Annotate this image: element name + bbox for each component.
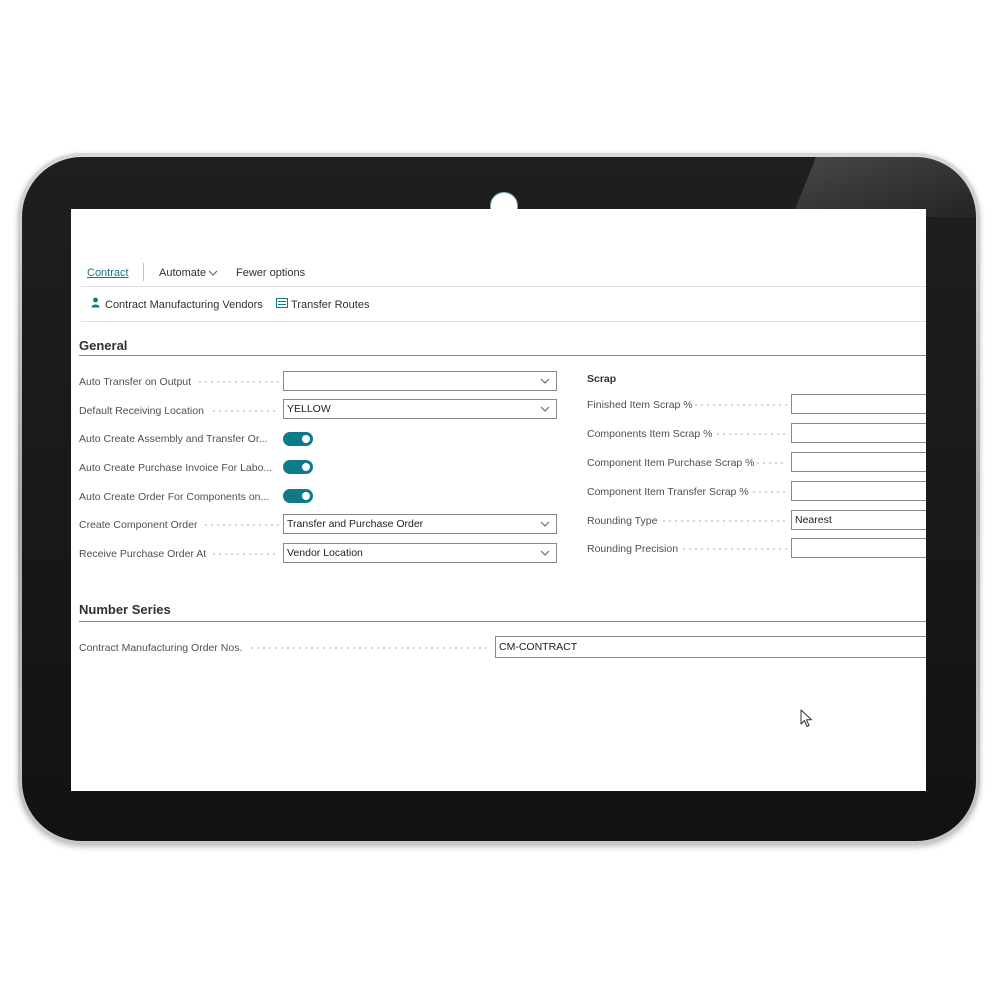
field-leader-dots	[197, 381, 279, 383]
components-item-scrap-input[interactable]	[791, 423, 926, 443]
toggle-knob	[302, 492, 310, 500]
field-leader-dots	[681, 548, 787, 550]
create-component-order-select[interactable]: Transfer and Purchase Order	[283, 514, 557, 534]
general-section-rule	[79, 355, 926, 356]
create-component-order-label: Create Component Order	[79, 519, 198, 531]
auto-create-order-components-label: Auto Create Order For Components on...	[79, 491, 270, 503]
finished-item-scrap-label: Finished Item Scrap %	[587, 399, 693, 411]
rounding-precision-label: Rounding Precision	[587, 543, 679, 555]
transfer-routes-icon	[276, 298, 288, 308]
field-leader-dots	[751, 491, 787, 493]
create-component-order-value: Transfer and Purchase Order	[287, 518, 424, 530]
component-item-transfer-scrap-input[interactable]	[791, 481, 926, 501]
general-section-title[interactable]: General	[79, 338, 127, 353]
field-leader-dots	[249, 647, 489, 649]
component-item-purchase-scrap-input[interactable]	[791, 452, 926, 472]
toolbar-divider	[81, 321, 926, 322]
auto-create-purchase-invoice-label: Auto Create Purchase Invoice For Labo...	[79, 462, 273, 474]
receive-purchase-order-at-label: Receive Purchase Order At	[79, 548, 207, 560]
chevron-down-icon	[540, 521, 550, 527]
chevron-down-icon	[540, 378, 550, 384]
default-receiving-location-value: YELLOW	[287, 403, 331, 415]
auto-create-assembly-transfer-toggle[interactable]	[283, 432, 313, 446]
field-leader-dots	[755, 462, 787, 464]
component-item-transfer-scrap-label: Component Item Transfer Scrap %	[587, 486, 749, 498]
receive-purchase-order-at-value: Vendor Location	[287, 547, 363, 559]
receive-purchase-order-at-select[interactable]: Vendor Location	[283, 543, 557, 563]
transfer-routes-button[interactable]: Transfer Routes	[291, 299, 369, 311]
screen-glare	[792, 157, 976, 217]
tab-automate[interactable]: Automate	[159, 267, 206, 279]
scrap-group-title: Scrap	[587, 373, 617, 385]
contract-manufacturing-vendors-button[interactable]: Contract Manufacturing Vendors	[105, 299, 263, 311]
contract-manufacturing-order-nos-label: Contract Manufacturing Order Nos.	[79, 642, 243, 654]
contract-manufacturing-order-nos-input[interactable]: CM-CONTRACT	[495, 636, 926, 658]
auto-transfer-on-output-label: Auto Transfer on Output	[79, 376, 192, 388]
person-icon	[91, 297, 100, 308]
toggle-knob	[302, 463, 310, 471]
chevron-down-icon	[540, 550, 550, 556]
auto-create-order-components-toggle[interactable]	[283, 489, 313, 503]
toggle-knob	[302, 435, 310, 443]
field-leader-dots	[203, 524, 279, 526]
auto-transfer-on-output-select[interactable]	[283, 371, 557, 391]
field-leader-dots	[661, 520, 787, 522]
components-item-scrap-label: Components Item Scrap %	[587, 428, 713, 440]
rounding-type-select[interactable]: Nearest	[791, 510, 926, 530]
app-screen: Contract Automate Fewer options Contract…	[71, 209, 926, 791]
auto-create-purchase-invoice-toggle[interactable]	[283, 460, 313, 474]
tab-divider	[143, 263, 144, 281]
contract-manufacturing-order-nos-value: CM-CONTRACT	[499, 641, 578, 653]
tab-contract[interactable]: Contract	[87, 267, 129, 279]
number-series-section-title[interactable]: Number Series	[79, 602, 171, 617]
field-leader-dots	[715, 433, 787, 435]
field-leader-dots	[211, 553, 279, 555]
field-leader-dots	[211, 410, 279, 412]
mouse-cursor-icon	[800, 709, 812, 727]
actionbar-divider	[81, 286, 926, 287]
chevron-down-icon	[540, 406, 550, 412]
chevron-down-icon[interactable]	[208, 269, 218, 277]
component-item-purchase-scrap-label: Component Item Purchase Scrap %	[587, 457, 755, 469]
finished-item-scrap-input[interactable]	[791, 394, 926, 414]
rounding-type-label: Rounding Type	[587, 515, 658, 527]
number-series-section-rule	[79, 621, 926, 622]
auto-create-assembly-transfer-label: Auto Create Assembly and Transfer Or...	[79, 433, 268, 445]
field-leader-dots	[693, 404, 787, 406]
default-receiving-location-select[interactable]: YELLOW	[283, 399, 557, 419]
rounding-precision-input[interactable]	[791, 538, 926, 558]
fewer-options-button[interactable]: Fewer options	[236, 267, 305, 279]
rounding-type-value: Nearest	[795, 514, 832, 526]
default-receiving-location-label: Default Receiving Location	[79, 405, 204, 417]
